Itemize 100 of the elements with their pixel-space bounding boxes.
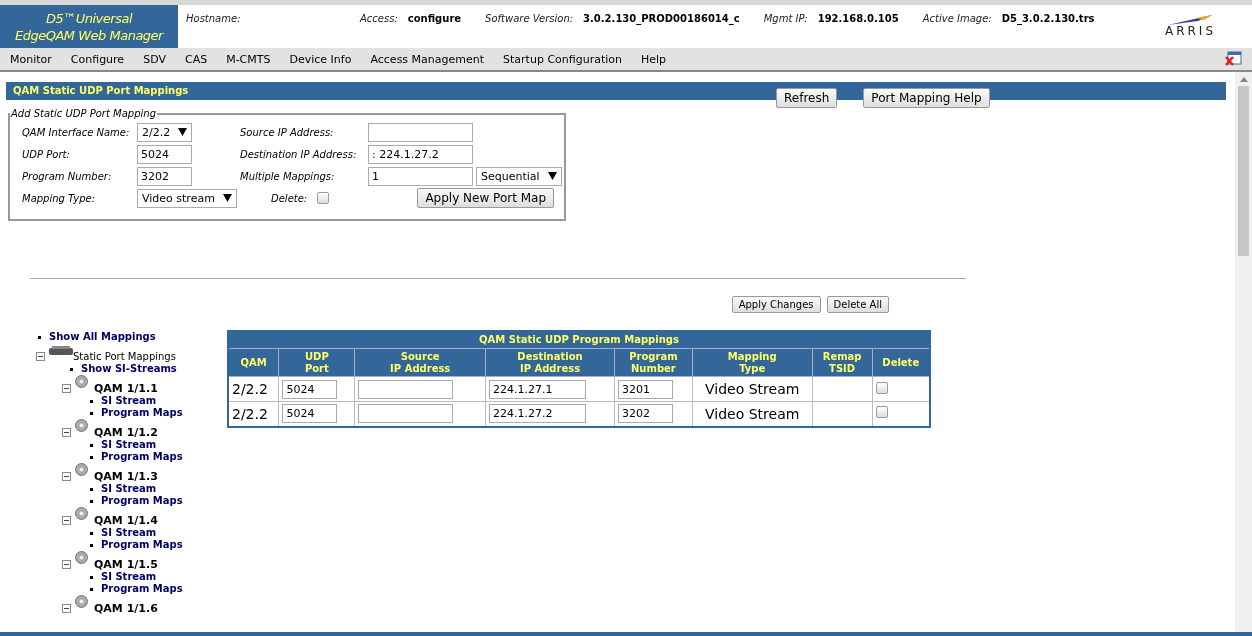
refresh-button[interactable]: Refresh [776,88,838,108]
info-label: Hostname: [186,13,242,24]
scroll-thumb[interactable] [1238,86,1249,256]
menu-item[interactable]: M-CMTS [226,52,271,66]
swoosh-logo-icon [1168,15,1213,25]
port-field[interactable]: 5024 [282,404,338,424]
column-header: Program Number [614,348,693,377]
table-title: QAM Static UDP Program Mappings [228,331,930,349]
field-label: Program Number: [22,170,113,182]
source-ip-field[interactable] [358,404,454,424]
text-field[interactable]: 5024 [137,144,192,164]
checkbox[interactable] [875,381,888,394]
menu-item[interactable]: CAS [184,52,208,66]
collapse-icon[interactable] [62,428,71,437]
tree-link[interactable]: SI Stream [101,395,157,407]
column-header: Source IP Address [354,348,486,377]
bullet-icon [38,336,41,339]
info-value: 3.0.2.130_PROD00186014_c [583,13,740,24]
logo-text: EdgeQAM Web Manager [15,26,163,44]
menu-item[interactable]: Help [641,52,667,66]
page-title: QAM Static UDP Port Mappings [12,84,190,98]
info-label: Access: [360,13,398,24]
tree-node-label[interactable]: Static Port Mappings [73,351,176,363]
tree-link[interactable]: Program Maps [101,451,183,463]
bullet-icon [70,368,73,371]
checkbox[interactable] [875,406,888,419]
menu-item[interactable]: Monitor [10,52,52,66]
port-field[interactable]: 5024 [282,379,338,399]
program-field[interactable]: 3201 [617,379,673,399]
tree-link[interactable]: SI Stream [101,571,157,583]
disc-icon [75,419,88,432]
dropdown[interactable]: Sequential [476,166,562,186]
collapse-icon[interactable] [62,516,71,525]
disc-icon [75,463,88,476]
tree-link[interactable]: SI Stream [101,439,157,451]
tree-link[interactable]: Program Maps [101,495,183,507]
field-label: Destination IP Address: [240,148,358,160]
field-label: Delete: [271,192,308,204]
collapse-icon[interactable] [36,352,45,361]
tree-link[interactable]: Program Maps [101,539,183,551]
menu-item[interactable]: Access Management [370,52,485,66]
field-label: UDP Port: [22,148,71,160]
text-field[interactable]: 1 [368,166,473,186]
tree-link[interactable]: Program Maps [101,407,183,419]
destination-ip-field[interactable]: 224.1.27.2 [489,404,587,424]
window-close-icon[interactable] [1225,51,1242,67]
bullet-icon [90,500,93,503]
dropdown[interactable]: Video stream [137,188,237,208]
text-field[interactable] [368,122,473,142]
collapse-icon[interactable] [62,472,71,481]
tree-link[interactable]: SI Stream [101,483,157,495]
tree-link[interactable]: Program Maps [101,583,183,595]
qam-node-label[interactable]: QAM 1/1.1 [94,383,158,395]
delete-all-button[interactable]: Delete All [826,296,889,313]
text-field[interactable]: : 224.1.27.2 [368,144,473,164]
info-value: configure [407,13,462,24]
bullet-icon [90,544,93,547]
menu-item[interactable]: Device Info [289,52,352,66]
qam-node-label[interactable]: QAM 1/1.3 [94,471,158,483]
apply-changes-button[interactable]: Apply Changes [731,296,821,313]
program-field[interactable]: 3202 [617,404,673,424]
menu-item[interactable]: Configure [70,52,125,66]
apply-button[interactable]: Apply New Port Map [417,188,554,208]
bullet-icon [90,532,93,535]
column-header: QAM [228,348,279,377]
destination-ip-field[interactable]: 224.1.27.1 [489,379,587,399]
dropdown[interactable]: 2/2.2 [137,122,193,142]
qam-node-label[interactable]: QAM 1/1.4 [94,515,158,527]
dropdown-arrow-icon [223,194,232,202]
menu-item[interactable]: SDV [143,52,166,66]
qam-node-label[interactable]: QAM 1/1.2 [94,427,158,439]
scroll-up-icon[interactable] [1239,77,1248,82]
info-label: Active Image: [922,13,992,24]
brand-logo-text: ARRIS [1164,25,1216,38]
bullet-icon [90,588,93,591]
text-field[interactable]: 3202 [137,166,192,186]
bullet-icon [90,576,93,579]
qam-node-label[interactable]: QAM 1/1.6 [94,603,158,615]
bullet-icon [90,456,93,459]
collapse-icon[interactable] [62,604,71,613]
bullet-icon [90,400,93,403]
menu-item[interactable]: Startup Configuration [503,52,622,66]
checkbox[interactable] [317,192,330,204]
help-button[interactable]: Port Mapping Help [863,88,990,108]
tree-link[interactable]: Show All Mappings [49,331,156,343]
dropdown-arrow-icon [178,128,188,136]
tree-link[interactable]: SI Stream [101,527,157,539]
column-header: Mapping Type [692,348,813,377]
tree-link[interactable]: Show SI-Streams [81,363,177,375]
scrollbar[interactable] [1235,72,1252,632]
info-label: Mgmt IP: [763,13,808,24]
collapse-icon[interactable] [62,560,71,569]
source-ip-field[interactable] [358,379,454,399]
device-icon [49,346,73,356]
field-label: Source IP Address: [240,126,335,138]
collapse-icon[interactable] [62,384,71,393]
qam-node-label[interactable]: QAM 1/1.5 [94,559,158,571]
disc-icon [75,507,88,520]
dropdown-arrow-icon [547,172,557,180]
logo-text: D5™Universal [45,9,132,27]
